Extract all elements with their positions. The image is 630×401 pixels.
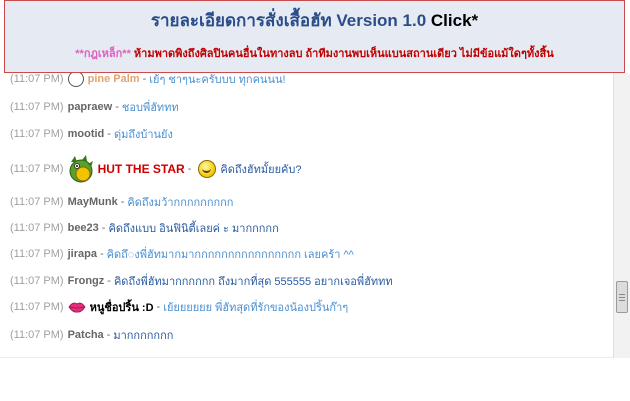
- message-text: ชอบพี่ฮัททท: [121, 102, 179, 114]
- message-time: (11:07 PM): [10, 163, 64, 175]
- message-separator: -: [142, 73, 147, 85]
- message-sender[interactable]: Patcha: [68, 329, 104, 341]
- message-separator: -: [106, 329, 111, 341]
- message-sender[interactable]: mootid: [68, 128, 105, 140]
- message-time: (11:07 PM): [10, 101, 64, 113]
- message-separator: -: [107, 128, 111, 140]
- click-link[interactable]: Click*: [431, 11, 478, 30]
- message-time: (11:07 PM): [10, 329, 64, 341]
- chat-message: (11:07 PM) papraew - ชอบพี่ฮัททท: [10, 97, 179, 117]
- message-sender[interactable]: Frongz: [68, 275, 105, 287]
- rule-tag: **กฎเหล็ก**: [75, 48, 131, 60]
- message-text: ดุ่มถึงบ้านยัง: [113, 129, 173, 141]
- chat-log: (11:07 PM) pine Palm - เย้ๆ ชาๆนะครับบบ …: [0, 73, 613, 373]
- chat-message: (11:07 PM) MayMunk - คิดถึงมว้ากกกกกกกกก: [10, 192, 233, 212]
- message-text: มากกกกกกก: [113, 330, 174, 342]
- message-separator: -: [187, 163, 192, 175]
- message-separator: -: [107, 275, 111, 287]
- dragon-avatar-icon: [68, 154, 94, 184]
- message-sender[interactable]: papraew: [68, 101, 113, 113]
- message-time: (11:07 PM): [10, 275, 64, 287]
- message-separator: -: [101, 222, 106, 234]
- message-time: (11:07 PM): [10, 222, 64, 234]
- chat-message: (11:07 PM) หนูชื่อปริ้น :D - เย้ยยยยยย พ…: [10, 297, 348, 317]
- message-text: เย้ๆ ชาๆนะครับบบ ทุกคนนน!: [149, 74, 286, 86]
- message-text: คิดถึงพี่ฮัทมากกกกกก ถึงมากที่สุด 555555…: [113, 276, 393, 288]
- banner-title-text: รายละเอียดการสั่งเสื้อฮัท Version 1.0: [150, 11, 431, 30]
- message-sender[interactable]: MayMunk: [68, 196, 118, 208]
- grip-line: [619, 297, 625, 298]
- message-text: คิดถึงแบบ อินฟินิตี้เลยค่ ะ มากกกกก: [108, 223, 279, 235]
- message-sender[interactable]: หนูชื่อปริ้น :D: [90, 298, 154, 316]
- announcement-banner: รายละเอียดการสั่งเสื้อฮัท Version 1.0 Cl…: [4, 0, 625, 73]
- chat-message: (11:07 PM) jirapa - คิดถึ◌งพี่ฮัทมากมากก…: [10, 244, 354, 264]
- message-sender[interactable]: pine Palm: [88, 73, 140, 85]
- message-time: (11:07 PM): [10, 196, 64, 208]
- chat-message: (11:07 PM) pine Palm - เย้ๆ ชาๆนะครับบบ …: [10, 73, 286, 89]
- message-separator: -: [99, 248, 104, 260]
- smiley-icon: [198, 160, 217, 178]
- message-sender[interactable]: jirapa: [68, 248, 97, 260]
- rule-text: ห้ามพาดพิงถึงศิลปินคนอื่นในทางลบ ถ้าทีมง…: [130, 48, 554, 60]
- grip-line: [619, 294, 625, 295]
- message-sender[interactable]: bee23: [68, 222, 99, 234]
- chat-message: (11:07 PM) mootid - ดุ่มถึงบ้านยัง: [10, 124, 173, 144]
- message-sender[interactable]: HUT THE STAR: [98, 162, 185, 176]
- message-time: (11:07 PM): [10, 73, 64, 85]
- message-time: (11:07 PM): [10, 248, 64, 260]
- banner-title: รายละเอียดการสั่งเสื้อฮัท Version 1.0 Cl…: [5, 7, 624, 34]
- message-time: (11:07 PM): [10, 128, 64, 140]
- chat-message: (11:07 PM) HUT THE STAR - คิดถึงฮัทมั้ยย…: [10, 152, 301, 186]
- small-avatar-icon: [67, 73, 84, 87]
- message-text: คิดถึงมว้ากกกกกกกกก: [127, 197, 234, 209]
- chat-scrollbar[interactable]: [613, 73, 630, 358]
- chat-message: (11:07 PM) Patcha - มากกกกกกก: [10, 325, 173, 345]
- banner-rule: **กฎเหล็ก** ห้ามพาดพิงถึงศิลปินคนอื่นในท…: [5, 44, 624, 62]
- message-time: (11:07 PM): [10, 301, 64, 313]
- message-text: เย้ยยยยยย พี่ฮัทสุดที่รักของน้องปริ้นก๊า…: [163, 302, 349, 314]
- message-separator: -: [115, 101, 119, 113]
- lips-icon: [68, 301, 86, 313]
- message-text: คิดถึงฮัทมั้ยยคับ?: [220, 164, 302, 176]
- chat-message: (11:07 PM) bee23 - คิดถึงแบบ อินฟินิตี้เ…: [10, 218, 279, 238]
- grip-line: [619, 300, 625, 301]
- message-text: คิดถึ◌งพี่ฮัทมากมากกกกกกกกกกกกกกกก เลยคร…: [106, 249, 354, 261]
- scrollbar-thumb[interactable]: [616, 281, 628, 313]
- message-separator: -: [156, 301, 161, 313]
- chat-message: (11:07 PM) Frongz - คิดถึงพี่ฮัทมากกกกกก…: [10, 271, 393, 291]
- message-separator: -: [120, 196, 125, 208]
